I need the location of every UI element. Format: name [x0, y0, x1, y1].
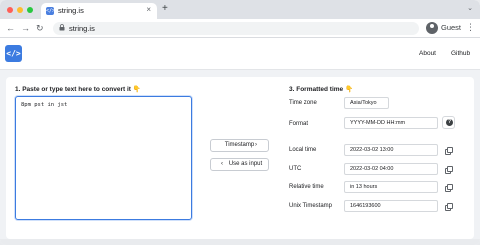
copy-icon[interactable] [445, 147, 453, 155]
timezone-select[interactable]: Asia/Tokyo [344, 97, 389, 109]
lock-icon [59, 24, 65, 33]
timezone-label: Time zone [289, 100, 317, 106]
chevron-right-icon: › [255, 142, 257, 148]
tab-string-is[interactable]: </> string.is × [41, 3, 157, 19]
local-time-label: Local time [289, 147, 317, 153]
utc-output[interactable]: 2022-03-02 04:00 [344, 163, 438, 175]
reload-icon[interactable]: ↻ [36, 22, 44, 34]
nav-about-link[interactable]: About [419, 50, 436, 57]
forward-icon[interactable]: → [21, 22, 30, 34]
pointing-down-icon: 👇 [132, 86, 141, 93]
help-icon: ? [446, 119, 453, 126]
back-icon[interactable]: ← [6, 22, 15, 34]
tab-search-icon[interactable]: ⌄ [467, 4, 473, 12]
utc-label: UTC [289, 166, 302, 172]
input-text: 8pm pst in jst [21, 102, 68, 108]
address-bar[interactable]: string.is [53, 22, 419, 35]
new-tab-button[interactable]: + [162, 3, 168, 15]
profile-name[interactable]: Guest [441, 23, 461, 32]
tab-title: string.is [58, 6, 84, 15]
local-time-output[interactable]: 2022-03-02 13:00 [344, 144, 438, 156]
format-label: Format [289, 121, 309, 127]
minimize-window-button[interactable] [17, 7, 23, 13]
relative-time-label: Relative time [289, 184, 324, 190]
copy-icon[interactable] [445, 203, 453, 211]
output-section-title: 3. Formatted time 👇 [289, 86, 354, 93]
nav-github-link[interactable]: Github [451, 50, 470, 57]
maximize-window-button[interactable] [27, 7, 33, 13]
browser-window: </> string.is × + ⌄ ← → ↻ string.is Gues… [0, 0, 480, 245]
browser-menu-icon[interactable]: ⋮ [466, 22, 475, 33]
copy-icon[interactable] [445, 184, 453, 192]
close-window-button[interactable] [7, 7, 13, 13]
tab-strip: </> string.is × + ⌄ [0, 0, 480, 19]
window-bottom-edge [0, 239, 480, 245]
format-input[interactable]: YYYY-MM-DD HH:mm [344, 117, 438, 129]
use-as-input-button[interactable]: ‹ Use as input [210, 158, 269, 171]
pointing-down-icon: 👇 [345, 86, 354, 93]
relative-time-output[interactable]: in 13 hours [344, 181, 438, 193]
timestamp-button[interactable]: Timestamp › [210, 139, 269, 152]
tab-close-icon[interactable]: × [146, 5, 151, 14]
browser-toolbar: ← → ↻ string.is Guest ⋮ [0, 19, 480, 38]
site-logo[interactable]: </> [5, 45, 22, 62]
unix-timestamp-label: Unix Timestamp [289, 203, 333, 209]
input-section-title: 1. Paste or type text here to convert it… [15, 86, 141, 93]
format-help-button[interactable]: ? [442, 116, 455, 129]
site-header: </> About Github [0, 39, 480, 70]
profile-avatar-icon[interactable] [426, 22, 438, 34]
favicon-icon: </> [46, 7, 56, 15]
unix-timestamp-output[interactable]: 1646193600 [344, 200, 438, 212]
copy-icon[interactable] [445, 166, 453, 174]
url-text: string.is [69, 24, 95, 33]
input-textarea[interactable]: 8pm pst in jst [15, 96, 192, 220]
